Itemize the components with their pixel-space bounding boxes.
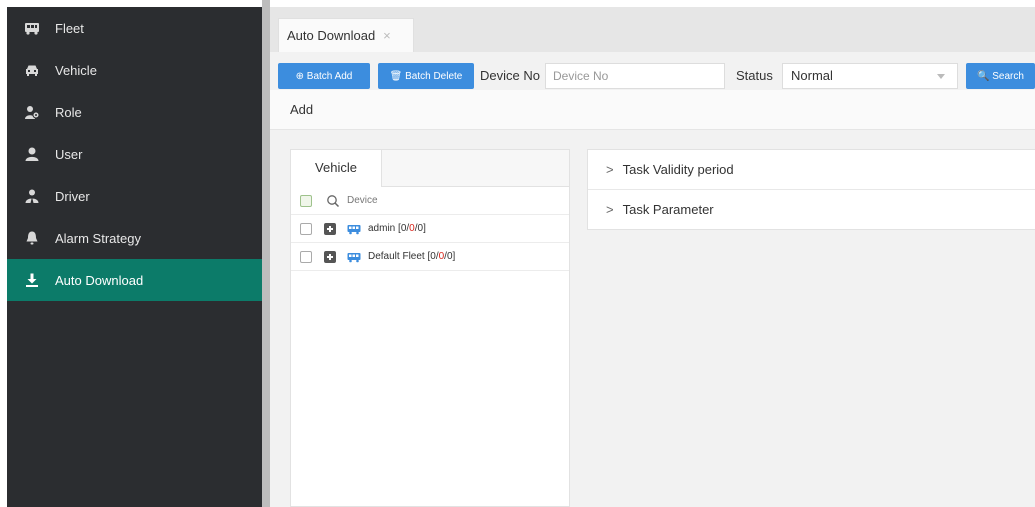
dialog-body: Vehicle Device admin [0/0/0] Default Fle… <box>270 131 1035 507</box>
section-task-validity-period[interactable]: > Task Validity period <box>588 150 1035 190</box>
close-icon[interactable]: × <box>383 28 391 43</box>
main-content: Auto Download × ⊕ Batch Add 🗑 Batch Dele… <box>270 7 1035 507</box>
section-label: Task Parameter <box>622 202 714 217</box>
tree-node[interactable]: Default Fleet [0/0/0] <box>291 243 569 271</box>
batch-delete-button[interactable]: 🗑 Batch Delete <box>378 63 474 89</box>
node-label: Default Fleet [0/0/0] <box>368 251 456 262</box>
download-icon <box>23 271 41 289</box>
sidebar-item-label: Vehicle <box>55 62 97 78</box>
status-value: Normal <box>791 68 833 83</box>
sidebar-item-fleet[interactable]: Fleet <box>7 7 262 49</box>
section-task-parameter[interactable]: > Task Parameter <box>588 190 1035 229</box>
device-no-input[interactable]: Device No <box>545 63 725 89</box>
sidebar-item-label: Auto Download <box>55 272 144 288</box>
tab-bar: Auto Download × <box>270 7 1035 52</box>
sidebar-item-label: Alarm Strategy <box>55 230 141 246</box>
search-icon <box>327 194 340 207</box>
node-label: admin [0/0/0] <box>368 223 426 234</box>
dialog-title: Add <box>270 90 1035 130</box>
select-all-checkbox[interactable] <box>300 194 312 207</box>
section-label: Task Validity period <box>622 162 734 177</box>
tab-auto-download[interactable]: Auto Download × <box>278 18 414 52</box>
car-icon <box>23 61 41 79</box>
task-settings-panel: > Task Validity period > Task Parameter <box>587 149 1035 230</box>
sidebar-item-auto-download[interactable]: Auto Download <box>7 259 262 301</box>
sidebar-item-role[interactable]: Role <box>7 91 262 133</box>
sidebar-item-label: Role <box>55 104 82 120</box>
sidebar-item-vehicle[interactable]: Vehicle <box>7 49 262 91</box>
node-checkbox[interactable] <box>300 222 312 235</box>
status-label: Status <box>736 68 773 83</box>
chevron-down-icon <box>937 74 945 79</box>
status-select[interactable]: Normal <box>782 63 958 89</box>
toolbar: ⊕ Batch Add 🗑 Batch Delete Device No Dev… <box>270 56 1035 90</box>
sidebar-item-user[interactable]: User <box>7 133 262 175</box>
driver-icon <box>23 187 41 205</box>
batch-add-button[interactable]: ⊕ Batch Add <box>278 63 370 89</box>
vehicle-tree-panel: Vehicle Device admin [0/0/0] Default Fle… <box>290 149 570 507</box>
tab-label: Auto Download <box>287 28 376 43</box>
tab-vehicle[interactable]: Vehicle <box>291 150 382 187</box>
device-no-label: Device No <box>480 68 540 83</box>
sidebar: Fleet Vehicle Role User Driver Alarm Str… <box>7 7 262 507</box>
sidebar-item-label: Driver <box>55 188 90 204</box>
node-checkbox[interactable] <box>300 250 312 263</box>
search-button[interactable]: 🔍 Search <box>966 63 1035 89</box>
sidebar-item-label: User <box>55 146 83 162</box>
tree-node[interactable]: admin [0/0/0] <box>291 215 569 243</box>
background-overlay <box>262 0 270 507</box>
role-icon <box>23 103 41 121</box>
sidebar-item-label: Fleet <box>55 20 84 36</box>
sidebar-item-driver[interactable]: Driver <box>7 175 262 217</box>
expand-icon[interactable] <box>324 222 336 235</box>
fleet-icon <box>347 224 361 234</box>
tree-search-row: Device <box>291 187 569 215</box>
device-search-input[interactable]: Device <box>347 195 378 206</box>
bell-icon <box>23 229 41 247</box>
fleet-icon <box>347 252 361 262</box>
chevron-right-icon: > <box>606 202 614 217</box>
fleet-icon <box>23 19 41 37</box>
tree-tabs: Vehicle <box>291 150 569 187</box>
expand-icon[interactable] <box>324 250 336 263</box>
sidebar-item-alarm-strategy[interactable]: Alarm Strategy <box>7 217 262 259</box>
chevron-right-icon: > <box>606 162 614 177</box>
user-icon <box>23 145 41 163</box>
